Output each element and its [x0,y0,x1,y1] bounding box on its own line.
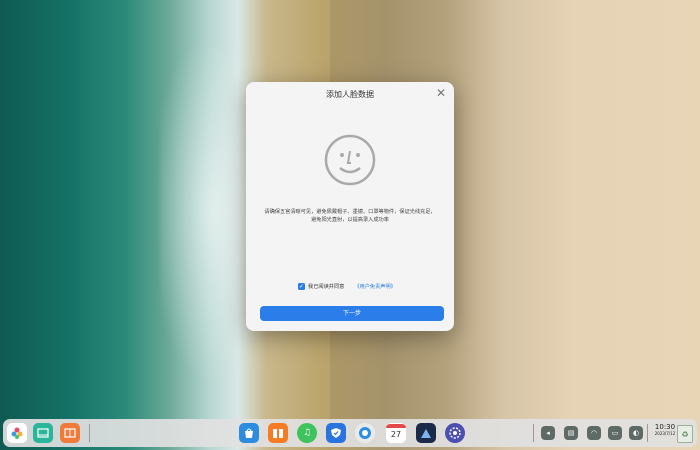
dock-divider [647,424,648,442]
security-center-icon[interactable] [326,423,346,443]
trash-icon[interactable]: ♻ [677,425,693,443]
clock[interactable]: 10:30 2023/7/12 [651,423,679,436]
browser-icon[interactable] [355,423,375,443]
next-button[interactable]: 下一步 [260,306,444,321]
taskbar-dock: ♫ 27 ◂ ▤ ◠ ▭ ◐ 10:30 2023/7/12 ♻ [3,419,697,447]
clock-time: 10:30 [654,423,676,431]
wifi-icon[interactable]: ◠ [587,426,601,440]
hint-line-2: 避免阳光直射，以提高录入成功率 [311,217,389,223]
hint-line-1: 请确保五官清晰可见，避免佩戴帽子、墨镜、口罩等物件，保证光线充足， [264,209,436,215]
music-icon[interactable]: ♫ [297,423,317,443]
battery-icon[interactable]: ▭ [608,426,622,440]
agreement-row: ✓ 我已阅读并同意 《用户免责声明》 [298,281,396,291]
agree-text: 我已阅读并同意 [308,283,345,290]
launcher-icon[interactable] [7,423,27,443]
control-center-icon[interactable] [445,423,465,443]
multitask-view-icon[interactable] [33,423,53,443]
calendar-day: 27 [390,430,402,439]
calendar-icon[interactable]: 27 [386,423,406,443]
workspace-icon[interactable] [60,423,80,443]
agree-checkbox[interactable]: ✓ [298,282,305,290]
notification-icon[interactable]: ◐ [629,426,643,440]
dock-divider [89,424,90,442]
volume-icon[interactable]: ◂ [541,426,555,440]
face-capture-hint: 请确保五官清晰可见，避免佩戴帽子、墨镜、口罩等物件，保证光线充足， 避免阳光直射… [256,208,444,224]
archive-manager-icon[interactable] [268,423,288,443]
dock-divider [533,424,534,442]
clock-date: 2023/7/12 [654,431,676,436]
keyboard-icon[interactable]: ▤ [564,426,578,440]
close-icon[interactable]: ✕ [434,86,448,100]
dialog-title: 添加人脸数据 [326,90,374,99]
app-store-icon[interactable] [239,423,259,443]
image-viewer-icon[interactable] [416,423,436,443]
add-face-dialog: 添加人脸数据 ✕ 请确保五官清晰可见，避免佩戴帽子、墨镜、口罩等物件，保证光线充… [246,82,454,331]
disclaimer-link[interactable]: 《用户免责声明》 [354,283,396,290]
smiley-face-icon [324,134,376,186]
